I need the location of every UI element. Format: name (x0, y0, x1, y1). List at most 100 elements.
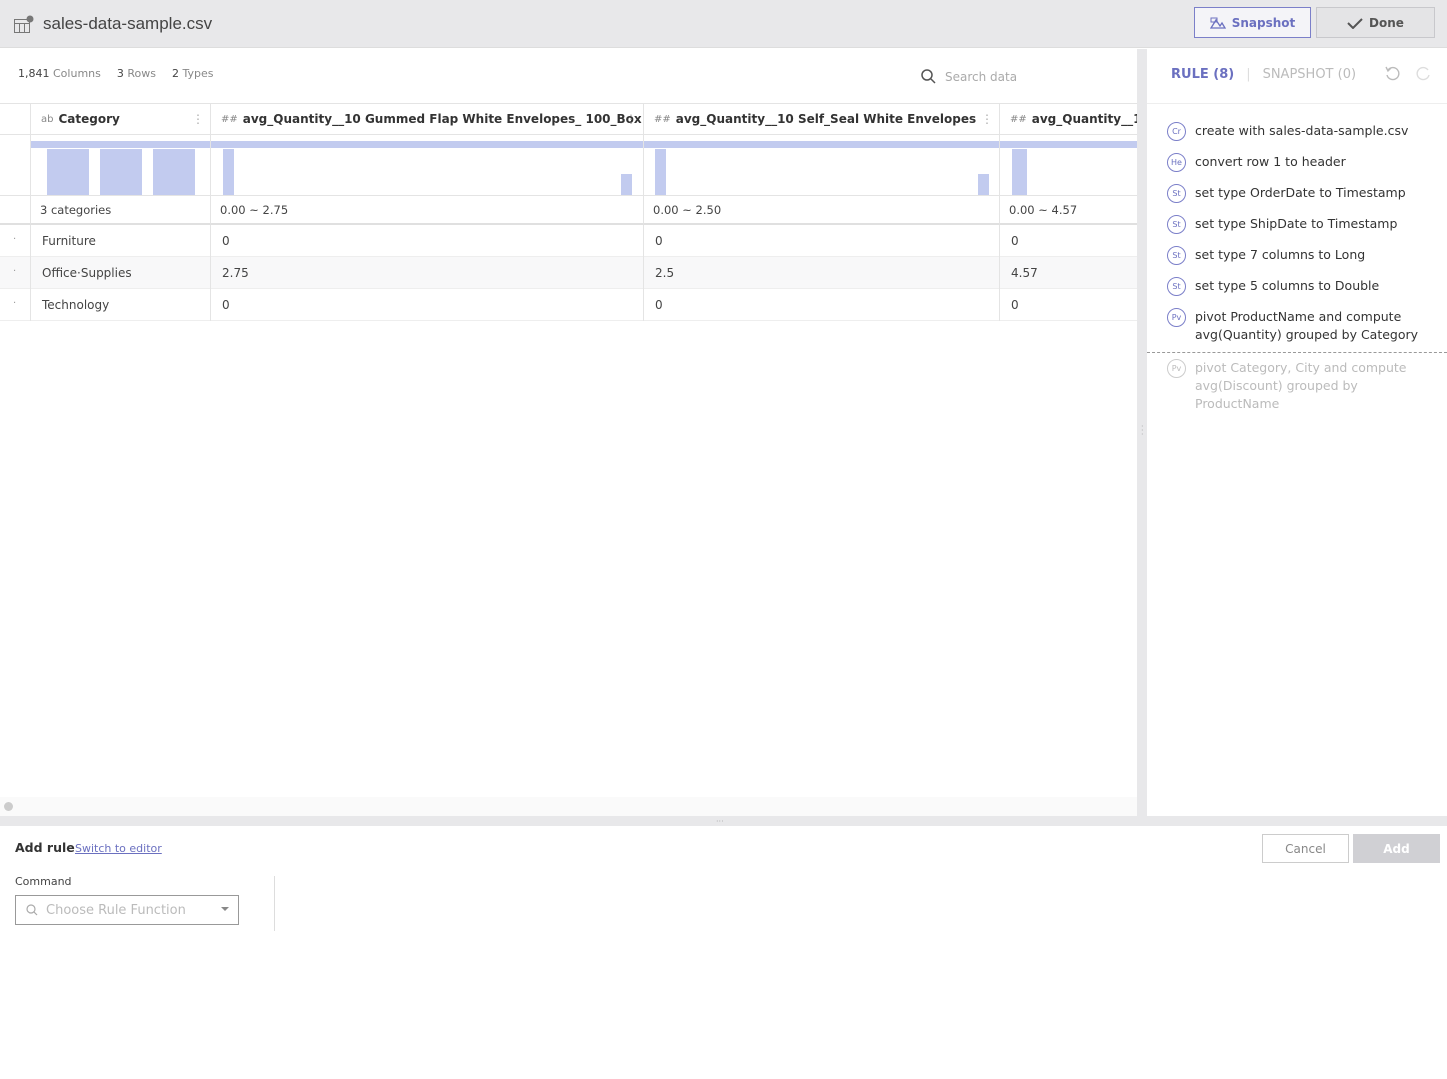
command-label: Command (15, 875, 72, 888)
columns-count: 1,841 (18, 67, 50, 80)
histogram-band (211, 141, 643, 148)
table-cell[interactable]: 0 (643, 289, 999, 321)
rule-type-icon: St (1167, 184, 1186, 203)
histogram-bar[interactable] (655, 149, 666, 195)
table-cell[interactable]: 0 (210, 225, 643, 257)
rule-type-icon: St (1167, 277, 1186, 296)
histogram-bar[interactable] (1012, 149, 1027, 195)
rule-item[interactable]: Pv pivot ProductName and compute avg(Quan… (1147, 302, 1447, 350)
column-name: avg_Quantity__10 (1031, 112, 1150, 126)
add-button[interactable]: Add (1353, 834, 1440, 863)
column-name: avg_Quantity__10 Self_Seal White Envelop… (675, 112, 977, 126)
rule-item[interactable]: St set type 5 columns to Double (1147, 271, 1447, 302)
table-cell[interactable]: Furniture (30, 225, 210, 257)
column-menu-icon[interactable]: ⋮ (625, 112, 637, 126)
column-histogram[interactable] (30, 135, 210, 196)
search-icon (26, 904, 38, 916)
snapshot-icon (1209, 17, 1226, 29)
histogram-band (1000, 141, 1159, 148)
histogram-band (31, 141, 210, 148)
rule-item[interactable]: St set type ShipDate to Timestamp (1147, 209, 1447, 240)
row-number: · (13, 266, 17, 277)
add-rule-title: Add rule (15, 840, 75, 855)
rule-type-icon: Pv (1167, 359, 1186, 378)
add-rule-panel: Add rule Switch to editor Command Choose… (0, 826, 1447, 1079)
table-cell[interactable]: 4.57 (999, 257, 1159, 289)
dataset-stats: 1,841 Columns 3 Rows 2 Types (18, 67, 213, 80)
histogram-bar[interactable] (153, 149, 195, 195)
column-header[interactable]: ab Category ⋮ (30, 103, 210, 135)
rule-text: set type 5 columns to Double (1195, 278, 1380, 293)
snapshot-button[interactable]: Snapshot (1194, 7, 1311, 38)
horizontal-resize-handle[interactable]: ··· (0, 816, 1447, 826)
column-type-icon: ## (1010, 113, 1027, 125)
column-type-icon: ab (41, 113, 54, 125)
histogram-bar[interactable] (47, 149, 89, 195)
column-type-icon: ## (654, 113, 671, 125)
rule-item[interactable]: St set type OrderDate to Timestamp (1147, 178, 1447, 209)
column-histogram[interactable] (643, 135, 999, 196)
rule-text: pivot Category, City and compute avg(Dis… (1195, 360, 1407, 411)
vertical-resize-handle[interactable]: · · · (1137, 49, 1147, 826)
column-menu-icon[interactable]: ⋮ (981, 112, 993, 126)
table-cell[interactable]: 0 (999, 225, 1159, 257)
rule-text: pivot ProductName and compute avg(Quanti… (1195, 309, 1419, 342)
row-number: · (13, 234, 17, 245)
rule-type-icon: Pv (1167, 308, 1186, 327)
column-histogram[interactable] (210, 135, 643, 196)
columns-label: Columns (53, 67, 101, 80)
rule-text: set type OrderDate to Timestamp (1195, 185, 1406, 200)
tab-snapshot[interactable]: SNAPSHOT (0) (1263, 67, 1356, 82)
table-cell[interactable]: Office·Supplies (30, 257, 210, 289)
column-summary: 0.00 ~ 4.57 (999, 196, 1159, 225)
rows-label: Rows (127, 67, 156, 80)
table-cell[interactable]: 0 (999, 289, 1159, 321)
column-header[interactable]: ## avg_Quantity__10 (999, 103, 1159, 135)
rule-text: set type ShipDate to Timestamp (1195, 216, 1398, 231)
table-cell[interactable]: 0 (643, 225, 999, 257)
column-summary: 0.00 ~ 2.50 (643, 196, 999, 225)
rule-item[interactable]: Pv pivot Category, City and compute avg(D… (1147, 352, 1447, 419)
cancel-button[interactable]: Cancel (1262, 834, 1349, 863)
undo-icon[interactable] (1384, 65, 1402, 83)
data-grid: ab Category ⋮ 3 categories ## avg_Quantity__1… (0, 103, 1159, 321)
horizontal-scrollbar[interactable] (0, 797, 1137, 816)
histogram-bar[interactable] (978, 174, 989, 195)
window-title: sales-data-sample.csv (43, 14, 213, 33)
table-cell[interactable]: 2.5 (643, 257, 999, 289)
rule-item[interactable]: He convert row 1 to header (1147, 147, 1447, 178)
chevron-down-icon (221, 907, 229, 911)
done-label: Done (1369, 15, 1404, 30)
table-cell[interactable]: 2.75 (210, 257, 643, 289)
scrollbar-thumb[interactable] (4, 802, 13, 811)
rule-list: Cr create with sales-data-sample.csv He con… (1147, 103, 1447, 419)
search-data[interactable]: Search data (921, 69, 1017, 84)
done-button[interactable]: Done (1316, 7, 1435, 38)
dataset-table-icon (14, 15, 34, 33)
histogram-band (644, 141, 999, 148)
search-icon (921, 69, 936, 84)
histogram-bar[interactable] (223, 149, 234, 195)
column-header[interactable]: ## avg_Quantity__10 Gummed Flap White Env… (210, 103, 643, 135)
table-row: · Technology 0 0 0 (0, 289, 1137, 321)
rows-count: 3 (116, 67, 124, 80)
tab-rule[interactable]: RULE (8) (1171, 67, 1234, 82)
command-select[interactable]: Choose Rule Function (15, 895, 239, 925)
column-histogram[interactable] (999, 135, 1159, 196)
rule-item[interactable]: St set type 7 columns to Long (1147, 240, 1447, 271)
types-label: Types (182, 67, 214, 80)
redo-icon[interactable] (1414, 65, 1432, 83)
table-row: · Office·Supplies 2.75 2.5 4.57 (0, 257, 1137, 289)
column-type-icon: ## (221, 113, 238, 125)
table-cell[interactable]: 0 (210, 289, 643, 321)
rule-history-panel: RULE (8) | SNAPSHOT (0) Cr create with sa… (1147, 49, 1447, 816)
row-number: · (13, 298, 17, 309)
histogram-bar[interactable] (621, 174, 632, 195)
column-header[interactable]: ## avg_Quantity__10 Self_Seal White Envel… (643, 103, 999, 135)
table-cell[interactable]: Technology (30, 289, 210, 321)
check-icon (1347, 17, 1363, 29)
histogram-bar[interactable] (100, 149, 142, 195)
rule-item[interactable]: Cr create with sales-data-sample.csv (1147, 116, 1447, 147)
switch-to-editor-link[interactable]: Switch to editor (75, 842, 162, 855)
column-menu-icon[interactable]: ⋮ (192, 112, 204, 126)
